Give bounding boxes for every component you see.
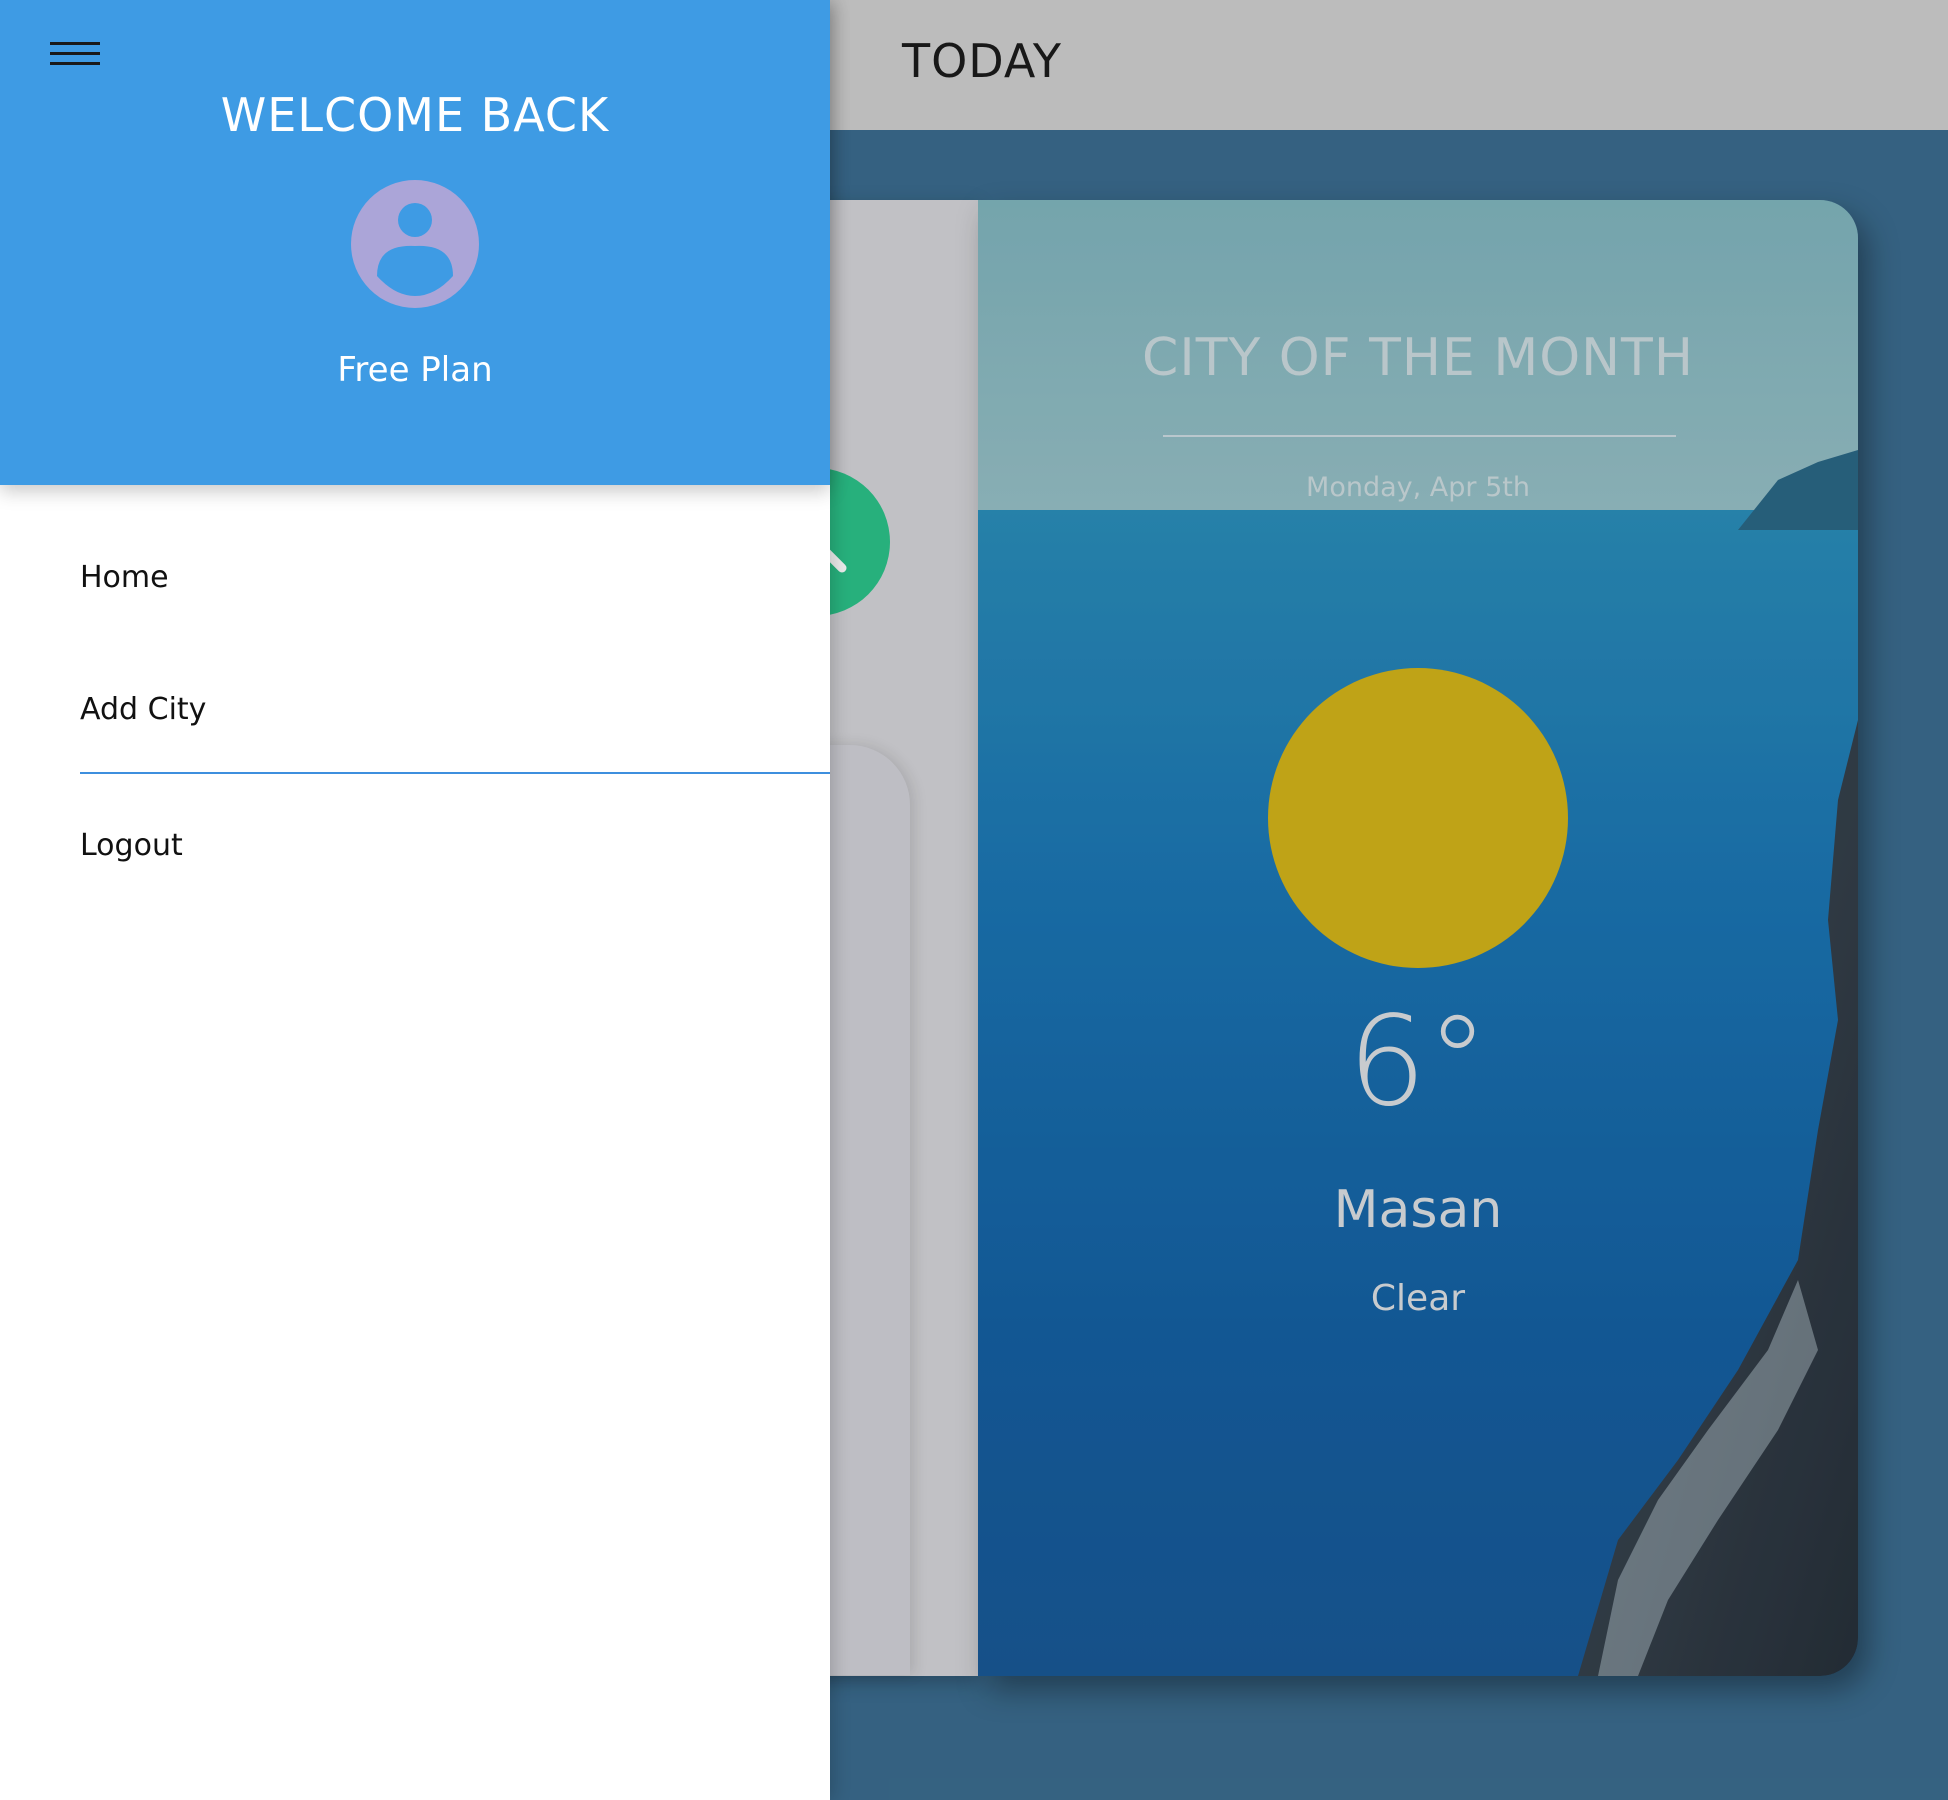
nav-item-home[interactable]: Home bbox=[80, 560, 169, 595]
welcome-text: WELCOME BACK bbox=[220, 88, 610, 142]
plan-label: Free Plan bbox=[337, 350, 493, 390]
hamburger-menu-icon bbox=[50, 42, 100, 65]
menu-button[interactable] bbox=[40, 36, 110, 76]
nav-divider bbox=[80, 772, 830, 774]
nav-item-logout[interactable]: Logout bbox=[80, 828, 183, 863]
navigation-drawer: WELCOME BACK Free Plan Home Add City Log… bbox=[0, 0, 830, 1800]
nav-item-add-city[interactable]: Add City bbox=[80, 692, 206, 727]
account-circle-icon bbox=[351, 180, 479, 308]
drawer-header: WELCOME BACK Free Plan bbox=[0, 0, 830, 485]
